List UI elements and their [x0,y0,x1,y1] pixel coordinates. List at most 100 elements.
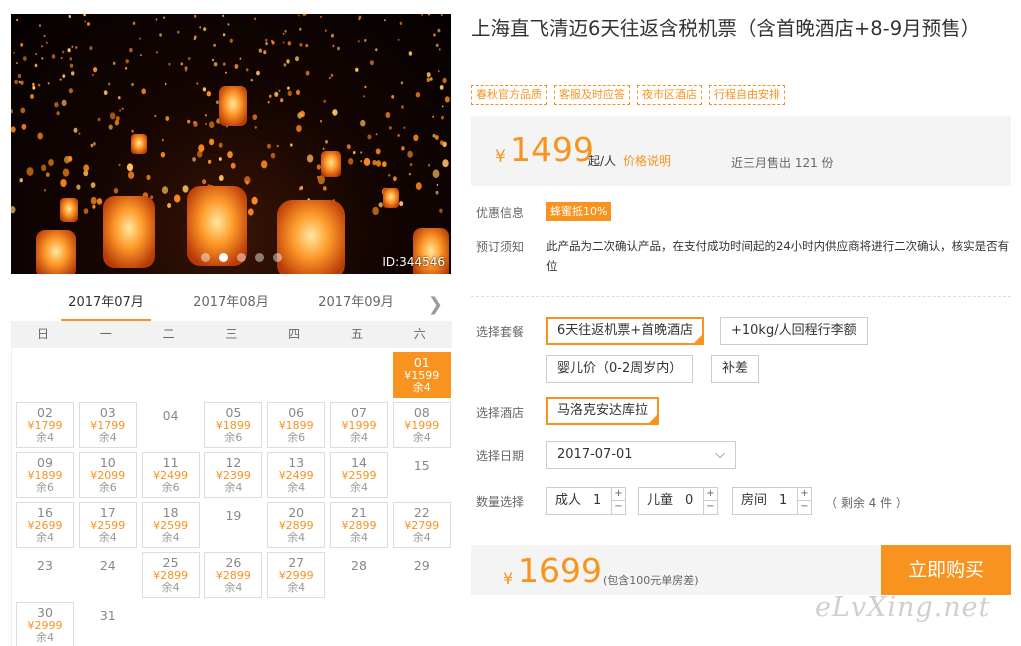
calendar-day-available[interactable]: 03 ¥1799 余4 [78,402,137,448]
day-remaining: 余4 [36,531,54,544]
feature-tags: 春秋官方品质 客服及时应答 夜市区酒店 行程自由安排 [471,85,785,105]
increment-icon[interactable]: + [612,488,625,501]
price-calendar: 日 一 二 三 四 五 六 01 ¥1599 余4 02 ¥1799 余4 03 ¥1799 余4 04 05 ¥… [11,321,452,646]
buy-now-button[interactable]: 立即购买 [881,545,1011,595]
decrement-icon[interactable]: − [612,501,625,514]
day-number: 15 [413,458,430,473]
product-page: ID:344546 2017年07月 2017年08月 2017年09月 ❯ 日… [0,0,1021,646]
product-title: 上海直飞清迈6天往返含税机票（含首晚酒店+8-9月预售） [471,17,981,40]
tab-month-09[interactable]: 2017年09月 [311,288,401,322]
adult-count[interactable]: 1 [593,488,601,514]
day-remaining: 余6 [36,481,54,494]
currency-symbol: ¥ [495,147,506,167]
adult-label: 成人 [555,493,582,508]
adult-stepper[interactable]: 成人 1 + − [546,487,626,515]
day-remaining: 余4 [350,431,368,444]
carousel-dots [201,253,282,262]
calendar-day-available[interactable]: 05 ¥1899 余6 [204,402,263,448]
calendar-day-available[interactable]: 26 ¥2899 余4 [204,552,263,598]
product-image[interactable]: ID:344546 [11,14,451,274]
carousel-dot[interactable] [237,253,246,262]
decrement-icon[interactable]: − [704,501,717,514]
calendar-day-available[interactable]: 27 ¥2999 余4 [267,552,326,598]
carousel-dot[interactable] [273,253,282,262]
day-number: 17 [99,505,116,520]
carousel-dot[interactable] [219,253,228,262]
calendar-day-available[interactable]: 07 ¥1999 余4 [330,402,388,448]
day-number: 26 [225,555,242,570]
day-remaining: 余4 [36,431,54,444]
day-number: 22 [413,505,430,520]
room-stepper[interactable]: 房间 1 + − [732,487,812,515]
day-number: 28 [351,558,367,573]
watermark-logo: eLvXing.net [815,592,991,623]
package-option-luggage[interactable]: +10kg/人回程行李额 [720,317,868,345]
tab-month-07[interactable]: 2017年07月 [61,288,151,322]
calendar-day: 24 [79,552,137,598]
calendar-day-available[interactable]: 25 ¥2899 余4 [141,552,200,598]
day-number: 24 [99,558,116,573]
date-select[interactable]: 2017-07-01 ⌵ [546,441,736,469]
carousel-dot[interactable] [255,253,264,262]
package-option-flight-hotel[interactable]: 6天往返机票+首晚酒店 [546,317,705,345]
weekday-label: 五 [350,327,363,341]
feature-tag: 夜市区酒店 [637,85,702,105]
increment-icon[interactable]: + [798,488,811,501]
calendar-day-available[interactable]: 09 ¥1899 余6 [16,452,74,498]
price-explain-link[interactable]: 价格说明 [623,152,671,169]
calendar-day-available[interactable]: 16 ¥2699 余4 [16,502,74,548]
day-remaining: 余4 [412,431,431,444]
calendar-day-available[interactable]: 22 ¥2799 余4 [392,502,451,548]
calendar-day: 29 [393,552,451,598]
calendar-day-available[interactable]: 30 ¥2999 余4 [16,602,74,646]
calendar-day-available[interactable]: 14 ¥2599 余4 [330,452,388,498]
room-label: 房间 [741,493,768,508]
tab-month-08[interactable]: 2017年08月 [186,288,276,322]
calendar-day-available[interactable]: 20 ¥2899 余4 [267,502,326,548]
day-number: 10 [99,455,116,470]
day-remaining: 余4 [161,531,180,544]
carousel-dot[interactable] [201,253,210,262]
package-option-infant[interactable]: 婴儿价（0-2周岁内） [546,355,694,383]
calendar-day-available[interactable]: 17 ¥2599 余4 [78,502,137,548]
calendar-day-available[interactable]: 18 ¥2599 余4 [141,502,200,548]
date-label: 选择日期 [476,449,525,463]
day-remaining: 余4 [350,481,368,494]
calendar-day-available[interactable]: 08 ¥1999 余4 [392,402,451,448]
calendar-day-available[interactable]: 11 ¥2499 余6 [141,452,200,498]
hotel-label: 选择酒店 [476,406,525,420]
calendar-day: 15 [393,452,451,498]
image-id-label: ID:344546 [382,255,445,269]
day-remaining: 余6 [224,431,243,444]
day-remaining: 余4 [36,631,54,644]
calendar-day-available[interactable]: 12 ¥2399 余4 [204,452,263,498]
calendar-day-available[interactable]: 21 ¥2899 余4 [330,502,388,548]
calendar-day-available[interactable]: 10 ¥2099 余6 [78,452,137,498]
calendar-day-available[interactable]: 02 ¥1799 余4 [16,402,74,448]
calendar-day-available[interactable]: 06 ¥1899 余6 [267,402,326,448]
decrement-icon[interactable]: − [798,501,811,514]
chevron-right-icon[interactable]: ❯ [428,294,443,315]
total-price: 1699 [518,551,602,590]
child-count[interactable]: 0 [685,488,693,514]
day-remaining: 余6 [98,481,117,494]
calendar-day-available[interactable]: 01 ¥1599 余4 [392,352,451,398]
day-number: 04 [162,408,179,423]
calendar-day-available[interactable]: 13 ¥2499 余4 [267,452,326,498]
day-number: 12 [225,455,242,470]
hotel-option[interactable]: 马洛克安达库拉 [546,397,660,425]
package-option-supplement[interactable]: 补差 [711,355,760,383]
day-number: 01 [413,355,430,370]
child-stepper[interactable]: 儿童 0 + − [638,487,718,515]
date-value: 2017-07-01 [557,447,633,462]
increment-icon[interactable]: + [704,488,717,501]
chevron-down-icon: ⌵ [715,447,725,462]
adult-stepper-buttons: + − [611,488,625,514]
day-remaining: 余6 [161,481,180,494]
weekday-label: 四 [288,327,301,341]
room-count[interactable]: 1 [779,488,787,514]
lantern-photo [11,14,450,274]
starting-price: 1499 [510,130,594,169]
calendar-day: 19 [204,502,262,548]
calendar-day: 04 [142,402,200,448]
